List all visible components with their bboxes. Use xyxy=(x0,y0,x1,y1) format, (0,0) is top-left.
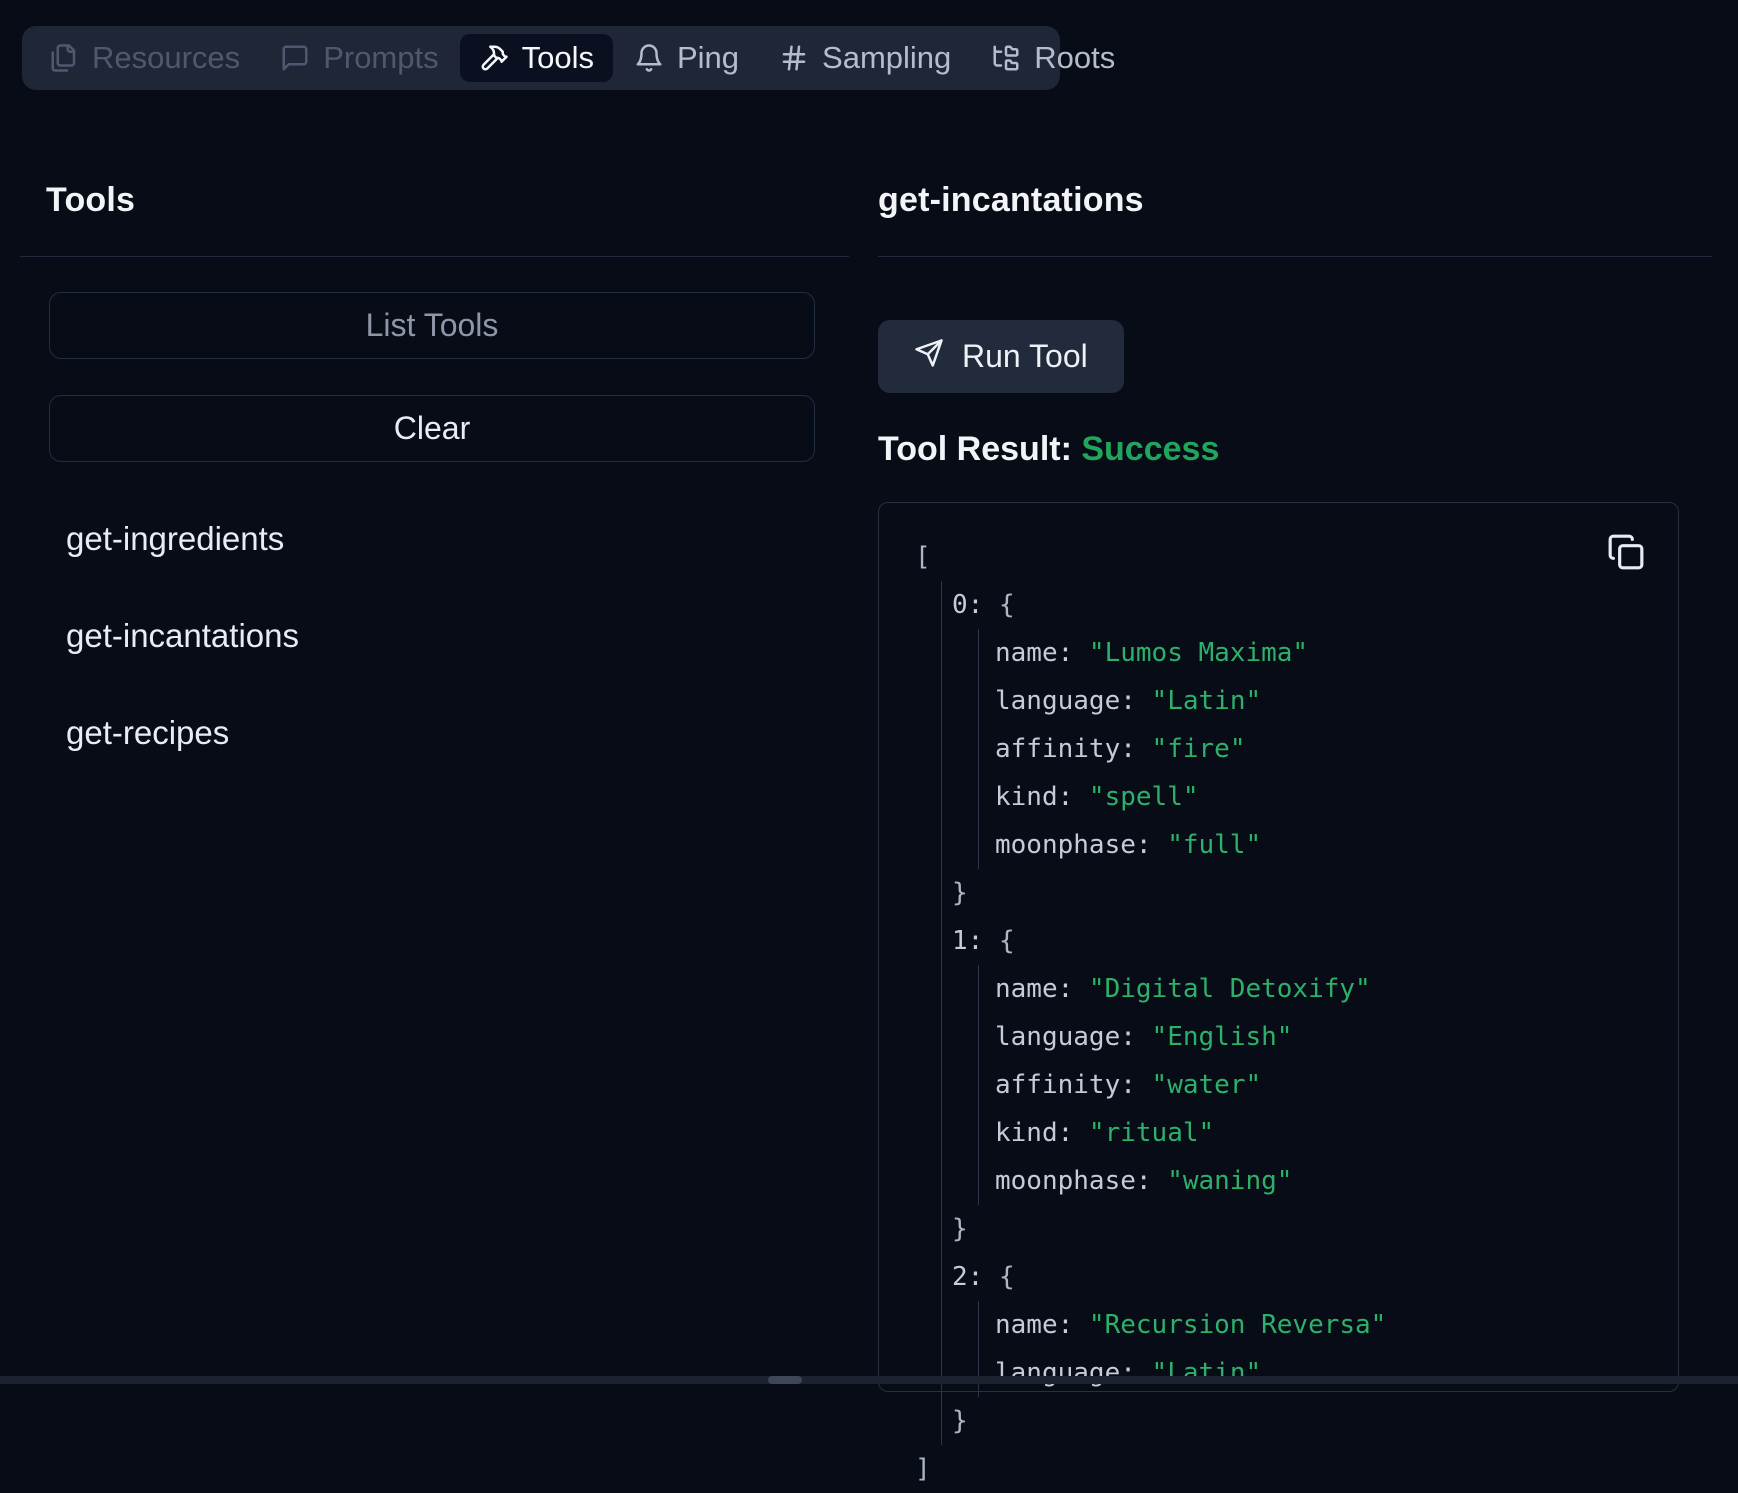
json-result-panel: [0: {name: "Lumos Maxima"language: "Lati… xyxy=(878,502,1679,1392)
selected-tool-title: get-incantations xyxy=(878,181,1144,220)
clear-button[interactable]: Clear xyxy=(49,395,815,462)
tool-item-get-recipes[interactable]: get-recipes xyxy=(20,684,849,781)
copy-icon xyxy=(1607,559,1645,574)
json-line: affinity: "fire" xyxy=(995,725,1678,773)
json-tree: [0: {name: "Lumos Maxima"language: "Lati… xyxy=(879,503,1678,1493)
list-tools-button[interactable]: List Tools xyxy=(49,292,815,359)
json-line: } xyxy=(952,1205,1678,1253)
tools-panel: Tools List Tools Clear get-ingredientsge… xyxy=(20,0,849,781)
json-line: moonphase: "waning" xyxy=(995,1157,1678,1205)
horizontal-scrollbar-track[interactable] xyxy=(0,1376,1738,1384)
tool-list: get-ingredientsget-incantationsget-recip… xyxy=(20,490,849,781)
json-line: 1: { xyxy=(952,917,1678,965)
tool-item-get-ingredients[interactable]: get-ingredients xyxy=(20,490,849,587)
json-line: kind: "spell" xyxy=(995,773,1678,821)
json-line: language: "English" xyxy=(995,1013,1678,1061)
tool-result-label: Tool Result: xyxy=(878,430,1072,468)
copy-button[interactable] xyxy=(1607,533,1645,571)
send-icon xyxy=(914,338,944,376)
json-line: } xyxy=(952,869,1678,917)
json-line: name: "Lumos Maxima" xyxy=(995,629,1678,677)
tool-result-panel: get-incantations Run Tool Tool Result: S… xyxy=(878,0,1712,1392)
tool-result-status: Success xyxy=(1081,430,1219,468)
json-line: name: "Digital Detoxify" xyxy=(995,965,1678,1013)
run-tool-button[interactable]: Run Tool xyxy=(878,320,1124,393)
tools-panel-header: Tools xyxy=(20,0,849,257)
json-line: ] xyxy=(915,1445,1678,1493)
json-line: name: "Recursion Reversa" xyxy=(995,1301,1678,1349)
json-line: affinity: "water" xyxy=(995,1061,1678,1109)
json-line: } xyxy=(952,1397,1678,1445)
json-line: language: "Latin" xyxy=(995,677,1678,725)
json-line: kind: "ritual" xyxy=(995,1109,1678,1157)
json-line: 0: { xyxy=(952,581,1678,629)
tool-item-get-incantations[interactable]: get-incantations xyxy=(20,587,849,684)
tool-result-header: get-incantations xyxy=(878,0,1712,257)
tool-result-line: Tool Result: Success xyxy=(878,430,1712,469)
tools-panel-title: Tools xyxy=(46,181,135,220)
json-line: moonphase: "full" xyxy=(995,821,1678,869)
horizontal-scrollbar-thumb[interactable] xyxy=(768,1376,802,1384)
json-line: [ xyxy=(915,533,1678,581)
json-line: language: "Latin" xyxy=(995,1349,1678,1397)
json-line: 2: { xyxy=(952,1253,1678,1301)
run-tool-label: Run Tool xyxy=(962,338,1088,375)
